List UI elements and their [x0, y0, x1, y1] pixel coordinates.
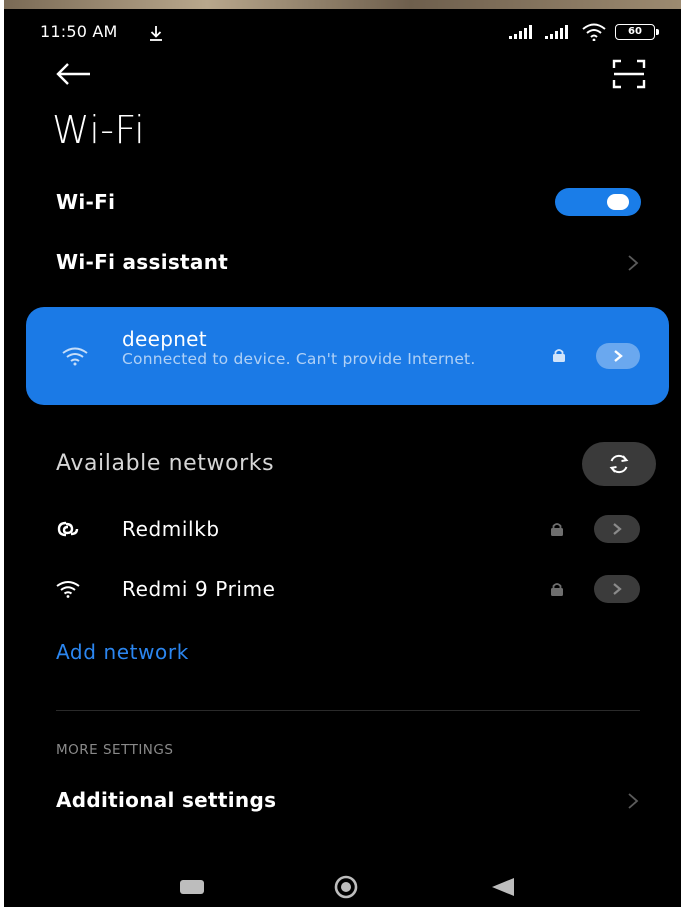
- network-name: Redmilkb: [122, 517, 220, 541]
- toggle-knob: [607, 194, 629, 210]
- phone-screen: 11:50 AM 60 Wi-Fi Wi-Fi Wi-Fi assistant …: [4, 0, 681, 907]
- network-details-button[interactable]: [596, 343, 640, 369]
- add-network-link[interactable]: Add network: [56, 640, 189, 664]
- page-title: Wi-Fi: [52, 108, 146, 152]
- wifi-icon: [582, 23, 606, 41]
- status-bar: 11:50 AM 60: [4, 18, 681, 48]
- battery-level: 60: [628, 26, 642, 37]
- chevron-right-icon: [613, 583, 622, 595]
- scan-icon[interactable]: [611, 58, 647, 90]
- wifi-toggle-label: Wi-Fi: [56, 190, 116, 214]
- status-time: 11:50 AM: [40, 22, 118, 41]
- recents-square-icon[interactable]: [178, 878, 206, 896]
- network-details-button[interactable]: [594, 515, 640, 543]
- signal-icon: [509, 25, 532, 39]
- lock-icon: [551, 523, 563, 536]
- refresh-button[interactable]: [582, 442, 656, 486]
- network-details-button[interactable]: [594, 575, 640, 603]
- back-triangle-icon[interactable]: [488, 876, 518, 898]
- wifi-toggle-switch[interactable]: [555, 188, 641, 216]
- more-settings-caption: MORE SETTINGS: [56, 742, 174, 758]
- chevron-right-icon: [628, 255, 639, 271]
- lock-icon: [551, 583, 563, 596]
- network-item-redmi-9-prime[interactable]: Redmi 9 Prime: [4, 569, 681, 609]
- hotspot-link-icon: [57, 521, 79, 537]
- battery-indicator: 60: [615, 24, 659, 40]
- refresh-icon: [609, 454, 629, 474]
- available-networks-title: Available networks: [56, 451, 275, 476]
- home-circle-icon[interactable]: [328, 874, 364, 900]
- wifi-assistant-row[interactable]: Wi-Fi assistant: [4, 248, 681, 280]
- wifi-icon: [56, 581, 80, 598]
- lock-icon: [553, 349, 565, 362]
- connected-network-status: Connected to device. Can't provide Inter…: [122, 350, 476, 368]
- network-name: Redmi 9 Prime: [122, 577, 276, 601]
- signal-icon: [545, 25, 568, 39]
- additional-settings-row[interactable]: Additional settings: [4, 786, 681, 818]
- additional-settings-label: Additional settings: [56, 788, 277, 812]
- network-item-redmilkb[interactable]: Redmilkb: [4, 509, 681, 549]
- chevron-right-icon: [613, 523, 622, 535]
- navigation-bar: [4, 866, 681, 907]
- wifi-icon: [62, 347, 88, 366]
- section-divider: [56, 710, 640, 711]
- chevron-right-icon: [614, 350, 623, 362]
- chevron-right-icon: [628, 793, 639, 809]
- status-icons: 60: [509, 23, 659, 41]
- arrow-left-icon[interactable]: [54, 60, 94, 88]
- wifi-assistant-label: Wi-Fi assistant: [56, 250, 229, 274]
- connected-network-card[interactable]: deepnet Connected to device. Can't provi…: [26, 307, 669, 405]
- download-arrow-icon: [150, 26, 162, 41]
- top-photo-strip: [4, 0, 681, 9]
- connected-network-name: deepnet: [122, 327, 207, 351]
